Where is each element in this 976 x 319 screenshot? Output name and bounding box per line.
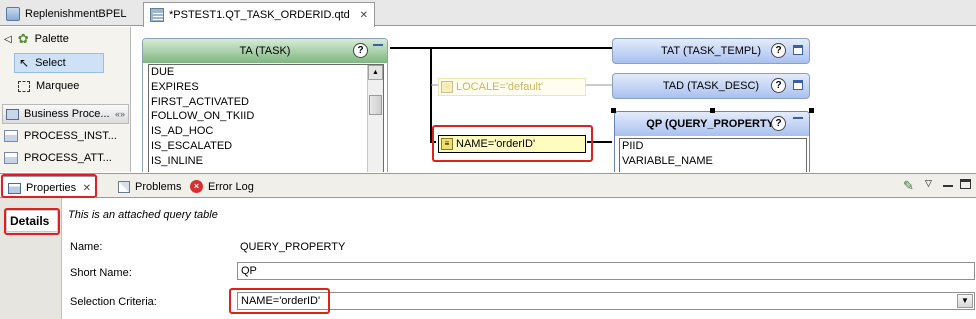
selection-handle[interactable] — [710, 108, 715, 113]
diagram-canvas[interactable]: TA (TASK) ? DUE EXPIRES FIRST_ACTIVATED … — [132, 27, 976, 172]
qp-table-header[interactable]: QP (QUERY_PROPERTY) ? — [615, 112, 809, 136]
column-item[interactable]: EXPIRES — [149, 80, 383, 95]
column-item[interactable]: PIID — [620, 139, 806, 154]
column-item[interactable]: IS_AD_HOC — [149, 124, 383, 139]
tat-table-header[interactable]: TAT (TASK_TEMPL) ? — [613, 39, 809, 63]
locale-criterion[interactable]: ≡ LOCALE='default' — [438, 78, 586, 96]
drawer-toggle-icon[interactable]: «» — [115, 109, 128, 119]
tat-table-title: TAT (TASK_TEMPL) — [660, 45, 762, 57]
section-description: This is an attached query table — [68, 209, 218, 221]
tab-error-log[interactable]: × Error Log — [185, 176, 259, 197]
qp-column-list[interactable]: PIID VARIABLE_NAME — [619, 138, 807, 172]
help-icon[interactable]: ? — [353, 43, 368, 58]
arrow-pointer-icon: ↖ — [19, 56, 30, 70]
column-item[interactable]: DUE — [149, 65, 383, 80]
select-tool-label: Select — [35, 57, 66, 69]
selection-criteria-highlight — [229, 288, 330, 314]
close-icon[interactable]: ✕ — [360, 10, 368, 21]
criterion-icon: ≡ — [441, 81, 453, 93]
tad-table-title: TAD (TASK_DESC) — [662, 80, 760, 92]
palette-header[interactable]: ◁ ✿ Palette — [4, 29, 69, 49]
ta-table-header[interactable]: TA (TASK) ? — [143, 39, 387, 63]
column-item[interactable]: FOLLOW_ON_TKIID — [149, 109, 383, 124]
editor-tab-replenishment-bpel[interactable]: ReplenishmentBPEL — [0, 2, 143, 26]
qp-query-property-table[interactable]: QP (QUERY_PROPERTY) ? PIID VARIABLE_NAME — [614, 111, 810, 172]
help-icon[interactable]: ? — [771, 78, 786, 93]
pin-icon[interactable]: ✎ — [903, 178, 914, 194]
properties-tab-highlight — [1, 174, 97, 198]
qp-table-title: QP (QUERY_PROPERTY) — [646, 118, 778, 130]
editor-tab-label: ReplenishmentBPEL — [25, 8, 127, 20]
column-item[interactable]: VARIABLE_NAME — [620, 154, 806, 169]
column-item[interactable]: IS_INLINE — [149, 154, 383, 169]
tad-table-header[interactable]: TAD (TASK_DESC) ? — [613, 74, 809, 98]
collapse-palette-icon[interactable]: ◁ — [4, 34, 12, 45]
minimize-icon[interactable] — [793, 117, 803, 119]
tab-problems-label: Problems — [135, 180, 182, 193]
locale-criterion-text: LOCALE='default' — [456, 81, 544, 93]
minimize-icon[interactable] — [373, 44, 383, 46]
maximize-icon[interactable] — [793, 80, 803, 90]
marquee-tool[interactable]: Marquee — [18, 76, 79, 96]
scroll-thumb[interactable] — [369, 95, 382, 115]
short-name-label: Short Name: — [70, 267, 132, 279]
marquee-icon — [18, 80, 30, 92]
editor-tab-query-table[interactable]: *PSTEST1.QT_TASK_ORDERID.qtd ✕ — [143, 2, 375, 27]
table-icon — [4, 152, 18, 164]
column-item[interactable]: IS_ESCALATED — [149, 139, 383, 154]
query-table-file-icon — [150, 8, 164, 22]
folder-icon — [6, 108, 19, 120]
editor-tab-bar: ReplenishmentBPEL *PSTEST1.QT_TASK_ORDER… — [0, 0, 976, 27]
minimize-icon[interactable] — [943, 185, 953, 187]
palette-panel: ◁ ✿ Palette ↖ Select Marquee Business Pr… — [0, 27, 131, 172]
ta-list-scrollbar[interactable]: ▲ — [367, 65, 383, 172]
column-item[interactable]: FIRST_ACTIVATED — [149, 95, 383, 110]
maximize-icon[interactable] — [793, 45, 803, 55]
ta-column-list[interactable]: DUE EXPIRES FIRST_ACTIVATED FOLLOW_ON_TK… — [148, 64, 384, 172]
palette-title: Palette — [34, 33, 69, 45]
criterion-highlight — [432, 125, 593, 162]
help-icon[interactable]: ? — [771, 43, 786, 58]
tab-problems[interactable]: Problems — [113, 176, 186, 197]
error-log-icon: × — [190, 180, 203, 193]
ta-task-table[interactable]: TA (TASK) ? DUE EXPIRES FIRST_ACTIVATED … — [142, 38, 388, 172]
table-icon — [4, 130, 18, 142]
tad-task-desc-table[interactable]: TAD (TASK_DESC) ? — [612, 73, 810, 99]
palette-item-label: PROCESS_INST... — [24, 130, 117, 142]
tat-task-templ-table[interactable]: TAT (TASK_TEMPL) ? — [612, 38, 810, 64]
editor-tab-label: *PSTEST1.QT_TASK_ORDERID.qtd — [169, 9, 350, 21]
marquee-tool-label: Marquee — [36, 80, 80, 92]
view-tab-bar: Properties ✕ Problems × Error Log ✎ ▽ — [0, 173, 976, 199]
maximize-icon[interactable] — [960, 179, 971, 189]
view-menu-icon[interactable]: ▽ — [925, 178, 932, 189]
select-tool[interactable]: ↖ Select — [14, 53, 104, 73]
help-icon[interactable]: ? — [771, 116, 786, 131]
details-section-tab-strip: Details — [0, 198, 62, 319]
chevron-down-icon[interactable]: ▼ — [957, 294, 973, 308]
tab-error-log-label: Error Log — [208, 180, 254, 193]
selection-handle[interactable] — [611, 108, 616, 113]
short-name-field[interactable]: QP — [237, 262, 975, 280]
drawer-label: Business Proce... — [24, 108, 110, 120]
name-label: Name: — [70, 241, 103, 253]
selection-criteria-label: Selection Criteria: — [70, 296, 157, 308]
name-value: QUERY_PROPERTY — [240, 241, 346, 253]
business-process-drawer[interactable]: Business Proce... «» — [2, 104, 129, 124]
selection-handle[interactable] — [809, 108, 814, 113]
short-name-value: QP — [241, 265, 257, 277]
scroll-up-icon[interactable]: ▲ — [368, 65, 383, 80]
ta-table-title: TA (TASK) — [239, 45, 291, 57]
problems-icon — [118, 180, 130, 193]
palette-item-label: PROCESS_ATT... — [24, 152, 112, 164]
palette-item-process-att[interactable]: PROCESS_ATT... — [4, 148, 112, 168]
palette-icon: ✿ — [17, 31, 29, 46]
palette-item-process-inst[interactable]: PROCESS_INST... — [4, 126, 117, 146]
bpel-file-icon — [6, 7, 20, 21]
details-tab-highlight — [4, 208, 60, 235]
selection-criteria-combo[interactable]: NAME='orderID' ▼ — [237, 292, 975, 310]
